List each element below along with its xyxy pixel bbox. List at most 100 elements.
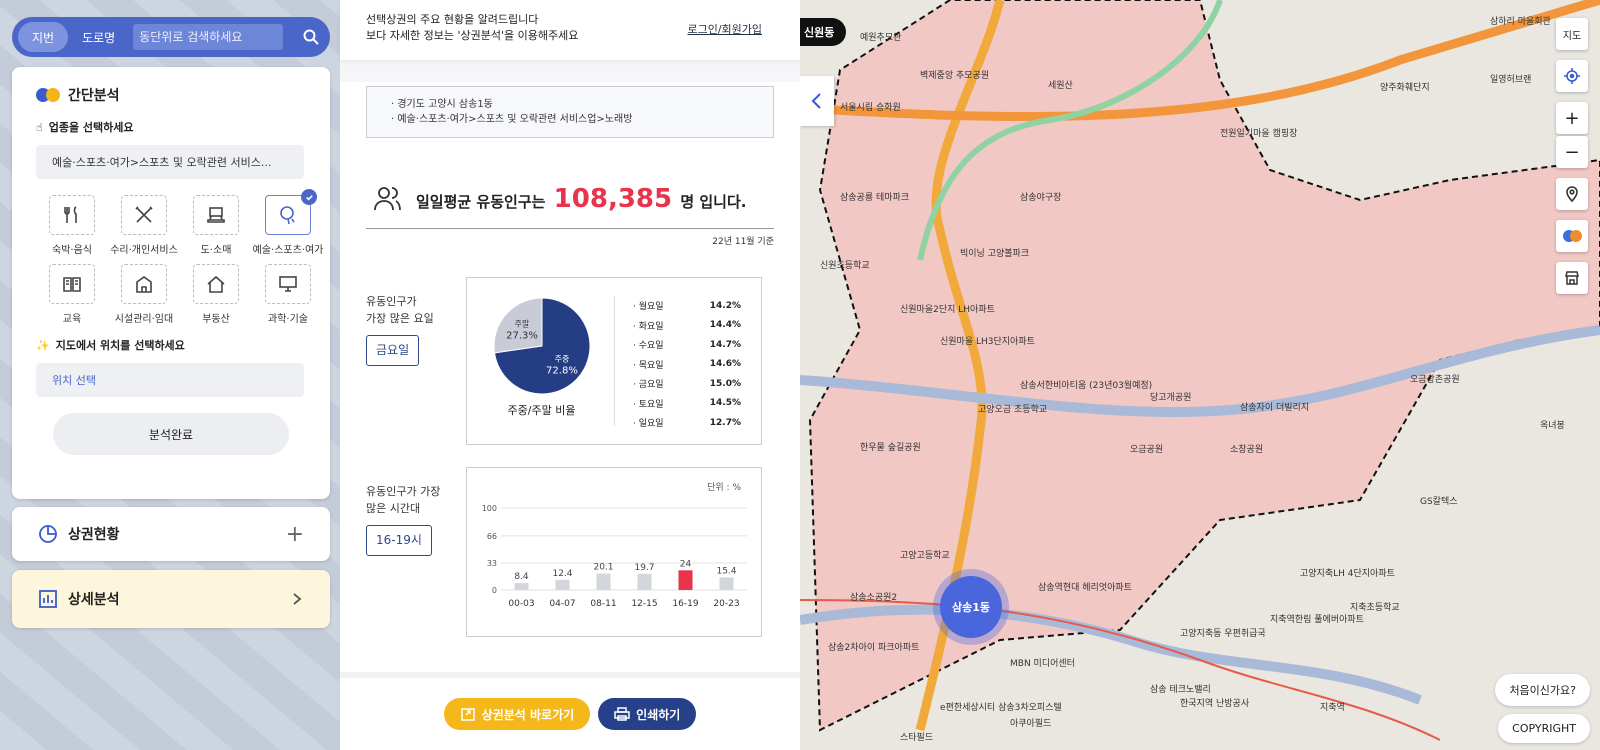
weekday-name: · 월요일	[633, 302, 664, 313]
weekday-chart-box: 주중 72.8% 주말 27.3% 주중/주말 비율 · 월요일 14.2% · 화요일 1…	[466, 277, 762, 445]
tools-icon	[135, 206, 153, 223]
time-label-line1: 유동인구가 가장	[366, 485, 441, 498]
x-tick-label: 08-11	[590, 599, 616, 609]
y-tick-label: 66	[487, 532, 497, 541]
top-time-button[interactable]: 16-19시	[366, 525, 432, 556]
map-place-label: 신원마을2단지 LH아파트	[900, 305, 995, 315]
category-food[interactable]: 숙박·음식	[36, 195, 108, 256]
bar-chart-icon	[39, 590, 57, 608]
weekday-table: · 월요일 14.2% · 화요일 14.4% · 수요일 14.7% · 목요일 14.6%…	[614, 296, 741, 429]
map-place-label: 소창공원	[1230, 445, 1264, 455]
bar-12-15	[637, 573, 652, 590]
print-label: 인쇄하기	[636, 707, 681, 722]
simple-analysis-card: 간단분석 ☝ 업종을 선택하세요 예술·스포츠·여가>스포츠 및 오락관련 서비스…	[12, 67, 330, 499]
zoom-in-button[interactable]: +	[1556, 102, 1588, 134]
map-place-label: 당고개공원	[1150, 393, 1192, 403]
map-place-label: 옥녀봉	[1540, 421, 1565, 431]
map-place-label: 삼송 테크노밸리	[1150, 685, 1211, 695]
weekday-name: · 화요일	[633, 321, 664, 332]
bar-08-11	[596, 573, 611, 590]
summary-body: 경기도 고양시 삼송1동 예술·스포츠·여가>스포츠 및 오락관련 서비스업>노…	[340, 60, 800, 750]
print-button[interactable]: 인쇄하기	[598, 698, 697, 730]
map-place-label: 오금공원	[1130, 445, 1164, 455]
pie-value: 72.8%	[546, 365, 578, 376]
bar-value-label: 20.1	[593, 563, 613, 573]
headline-suffix: 명 입니다.	[680, 193, 747, 211]
weekday-value: 14.4%	[709, 320, 741, 331]
place-button[interactable]	[1556, 178, 1588, 210]
category-repair[interactable]: 수리·개인서비스	[108, 195, 180, 256]
detail-analysis-card[interactable]: 상세분석	[12, 570, 330, 628]
map-view[interactable]: 예원추모관 벽제중앙 추모공원 세원산 서울시립 승화원 삼송공룡 테마파크 빅이닝 고양…	[800, 0, 1600, 750]
category-science[interactable]: 과학·기술	[252, 264, 324, 325]
x-tick-label: 20-23	[713, 599, 739, 609]
map-place-label: 삼송공룡 테마파크	[840, 193, 910, 203]
chevron-right-icon[interactable]	[290, 592, 304, 606]
expand-plus-icon[interactable]: +	[286, 522, 304, 547]
top-weekday-button[interactable]: 금요일	[366, 335, 420, 366]
category-facility[interactable]: 시설관리·임대	[108, 264, 180, 325]
weekday-section: 유동인구가 가장 많은 요일 금요일 주중 72.8% 주말 27.3% 주중/주말 …	[366, 277, 774, 445]
map-place-label: 지축역	[1320, 703, 1345, 713]
layer-button[interactable]	[1556, 220, 1588, 252]
go-analysis-button[interactable]: 상권분석 바로가기	[443, 698, 591, 730]
search-button[interactable]	[298, 24, 324, 50]
copyright-button[interactable]: COPYRIGHT	[1498, 714, 1590, 743]
category-retail[interactable]: 도·소매	[180, 195, 252, 256]
category-label: 과학·기술	[268, 314, 308, 325]
x-tick-label: 00-03	[508, 599, 534, 609]
login-link[interactable]: 로그인/회원가입	[687, 22, 762, 38]
computer-icon	[279, 276, 297, 292]
category-arts[interactable]: 예술·스포츠·여가	[252, 189, 324, 256]
market-status-card[interactable]: 상권현황 +	[12, 507, 330, 561]
tab-road[interactable]: 도로명	[68, 22, 129, 52]
map-place-label: 고양고등학교	[900, 551, 950, 561]
pie-area: 주중 72.8% 주말 27.3% 주중/주말 비율	[487, 296, 596, 426]
store-button[interactable]	[1556, 262, 1588, 294]
tab-jibun[interactable]: 지번	[18, 22, 69, 52]
category-education[interactable]: 교육	[36, 264, 108, 325]
logo-dots-icon	[36, 88, 60, 102]
location-select-field[interactable]: 위치 선택	[36, 363, 304, 397]
unit-label: 단위 : %	[707, 482, 741, 493]
colorful-logo-icon	[1562, 230, 1582, 242]
summary-header: 선택상권의 주요 현황을 알려드립니다 보다 자세한 정보는 '상권분석'을 이…	[340, 0, 800, 60]
y-tick-label: 100	[482, 504, 497, 513]
pie-label: 주말	[514, 320, 529, 329]
map-place-label: 고양오금 초등학교	[978, 405, 1048, 415]
map-place-label: 양주화훼단지	[1380, 83, 1430, 93]
category-realestate[interactable]: 부동산	[180, 264, 252, 325]
map-place-label: 고양지축LH 4단지아파트	[1300, 569, 1395, 579]
bar-04-07	[555, 579, 570, 590]
weekday-value: 15.0%	[709, 378, 741, 389]
map-place-label: 삼송2차아이 파크아파트	[828, 643, 920, 653]
search-input[interactable]	[133, 24, 284, 50]
map-place-label: 삼송서한비아티움 (23년03월예정)	[1020, 381, 1153, 391]
map-place-label: 삼송자이 더빌리지	[1240, 403, 1310, 413]
analysis-done-button[interactable]: 분석완료	[53, 413, 289, 455]
search-bar: 지번 도로명	[12, 17, 330, 57]
map-place-label: 삼하리 마을회관	[1490, 17, 1551, 27]
map-place-label: 빅이닝 고양볼파크	[960, 249, 1030, 259]
sparkle-icon: ✨	[36, 338, 50, 352]
region-marker[interactable]: 삼송1동	[940, 576, 1002, 638]
current-location-button[interactable]	[1556, 60, 1588, 92]
zoom-out-button[interactable]: −	[1556, 136, 1588, 168]
map-place-label: e편한세상시티 삼송3차오피스텔	[940, 703, 1062, 713]
time-label: 유동인구가 가장 많은 시간대 16-19시	[366, 467, 466, 637]
time-section: 유동인구가 가장 많은 시간대 16-19시 단위 : % 0 33 66 100 8.4…	[366, 467, 774, 637]
pie-chart-icon	[39, 525, 57, 543]
weekday-value: 14.2%	[709, 300, 741, 311]
map-place-label: 삼송역현대 헤리엇아파트	[1038, 583, 1132, 593]
selected-category-field[interactable]: 예술·스포츠·여가>스포츠 및 오락관련 서비스...	[36, 145, 304, 179]
register-icon	[207, 207, 225, 223]
weekday-row: · 목요일 14.6%	[633, 355, 741, 375]
building-icon	[136, 276, 152, 293]
first-visit-button[interactable]: 처음이신가요?	[1495, 674, 1590, 706]
printer-icon	[614, 707, 630, 721]
map-place-label: 지축초등학교	[1350, 603, 1400, 613]
map-type-button[interactable]: 지도	[1556, 18, 1588, 50]
y-tick-label: 0	[492, 586, 497, 595]
house-icon	[207, 275, 225, 293]
collapse-panel-button[interactable]	[800, 76, 834, 126]
